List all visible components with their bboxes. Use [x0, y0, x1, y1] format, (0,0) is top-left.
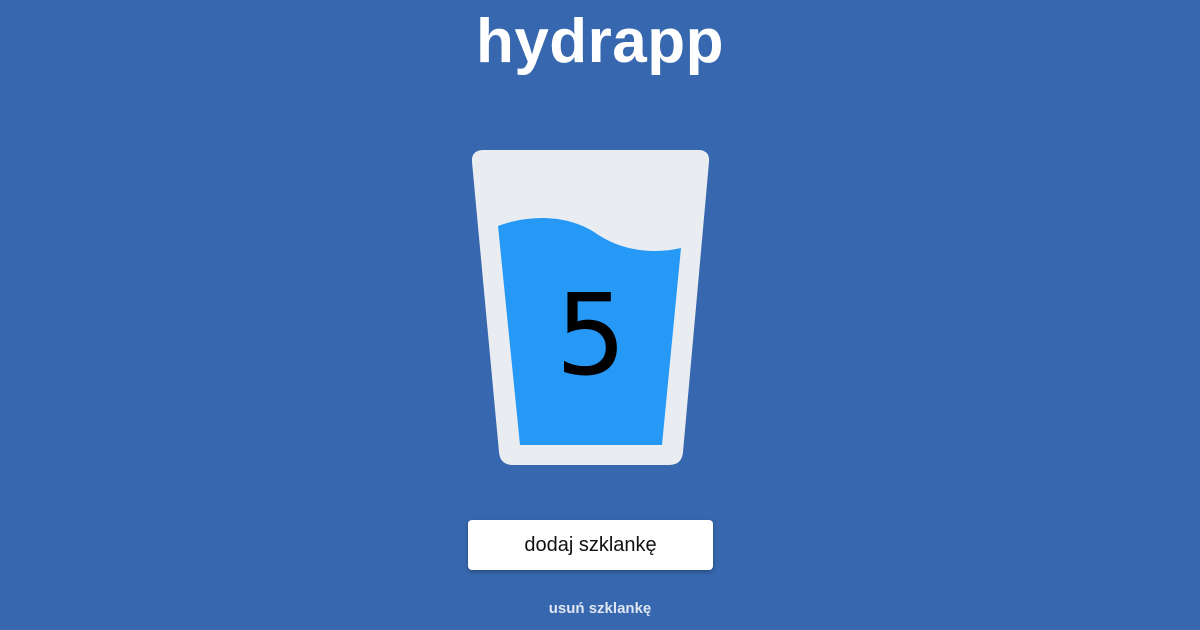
glass-counter: 5: [470, 148, 712, 468]
glass-count: 5: [555, 271, 627, 401]
remove-glass-link[interactable]: usuń szklankę: [549, 600, 652, 617]
app-title: hydrapp: [475, 7, 725, 76]
remove-glass-link-row: usuń szklankę: [0, 598, 1200, 620]
app-page: hydrapp 5 dodaj szklankę usuń szklankę: [0, 0, 1200, 630]
add-glass-button[interactable]: dodaj szklankę: [468, 520, 713, 570]
